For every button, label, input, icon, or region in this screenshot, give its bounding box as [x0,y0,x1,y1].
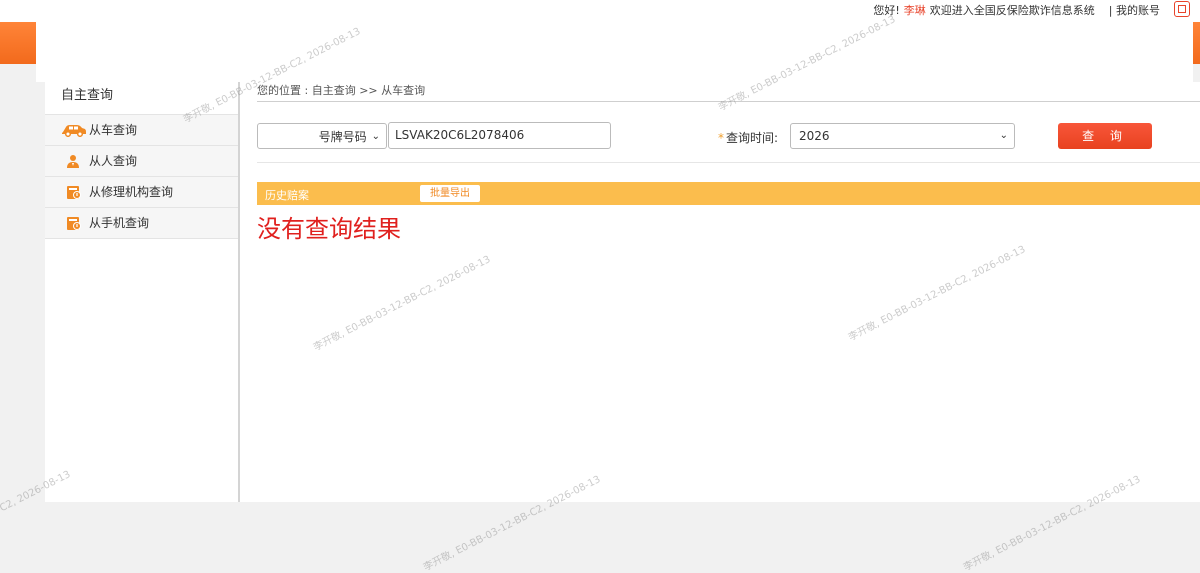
car-icon [61,122,87,138]
vin-input[interactable]: LSVAK20C6L2078406 [388,122,611,149]
required-mark: * [718,131,724,145]
sidebar-item-phone[interactable]: 从手机查询 [45,208,238,239]
header-panel [36,22,1193,82]
sidebar-item-label: 从车查询 [89,123,138,137]
sidebar-item-label: 从人查询 [89,154,138,168]
greeting-text: 您好! [873,4,900,17]
results-header: 历史赔案 批量导出 [257,182,1200,205]
divider [257,162,1200,163]
year-select[interactable]: 2026 ⌄ [790,123,1015,149]
query-time-text: 查询时间: [726,131,779,145]
top-strip: 您好! 李琳 欢迎进入全国反保险欺诈信息系统 | 我的账号 [0,0,1200,22]
phone-icon [61,215,87,231]
query-time-label: * 查询时间: [718,129,778,146]
welcome-text: 欢迎进入全国反保险欺诈信息系统 [929,4,1095,17]
search-type-select[interactable]: 号牌号码 ⌄ [257,123,387,149]
export-button[interactable]: 批量导出 [420,185,480,202]
query-button[interactable]: 查 询 [1058,123,1152,149]
year-value: 2026 [799,129,830,143]
results-title: 历史赔案 [265,189,309,202]
chevron-down-icon: ⌄ [371,130,380,142]
sidebar-item-vehicle[interactable]: 从车查询 [45,115,238,146]
repair-icon [61,184,87,200]
main-content: 您的位置 : 自主查询 >> 从车查询 号牌号码 ⌄ LSVAK20C6L207… [240,82,1200,502]
search-type-value: 号牌号码 [318,129,367,144]
window-icon[interactable] [1174,1,1190,17]
sidebar-title: 自主查询 [45,82,238,115]
breadcrumb: 您的位置 : 自主查询 >> 从车查询 [257,84,426,97]
user-info: 您好! 李琳 欢迎进入全国反保险欺诈信息系统 | 我的账号 [873,2,1160,18]
sidebar: 自主查询 从车查询 从人查询 从修理机构查询 从手机查询 [45,82,240,502]
sidebar-item-person[interactable]: 从人查询 [45,146,238,177]
chevron-down-icon: ⌄ [999,130,1008,141]
divider [257,101,1200,102]
sidebar-item-label: 从修理机构查询 [89,185,174,199]
sidebar-item-repair[interactable]: 从修理机构查询 [45,177,238,208]
empty-message: 没有查询结果 [257,215,401,243]
username[interactable]: 李琳 [904,4,926,17]
sidebar-item-label: 从手机查询 [89,216,150,230]
person-icon [61,153,87,169]
account-link[interactable]: | 我的账号 [1109,4,1160,17]
